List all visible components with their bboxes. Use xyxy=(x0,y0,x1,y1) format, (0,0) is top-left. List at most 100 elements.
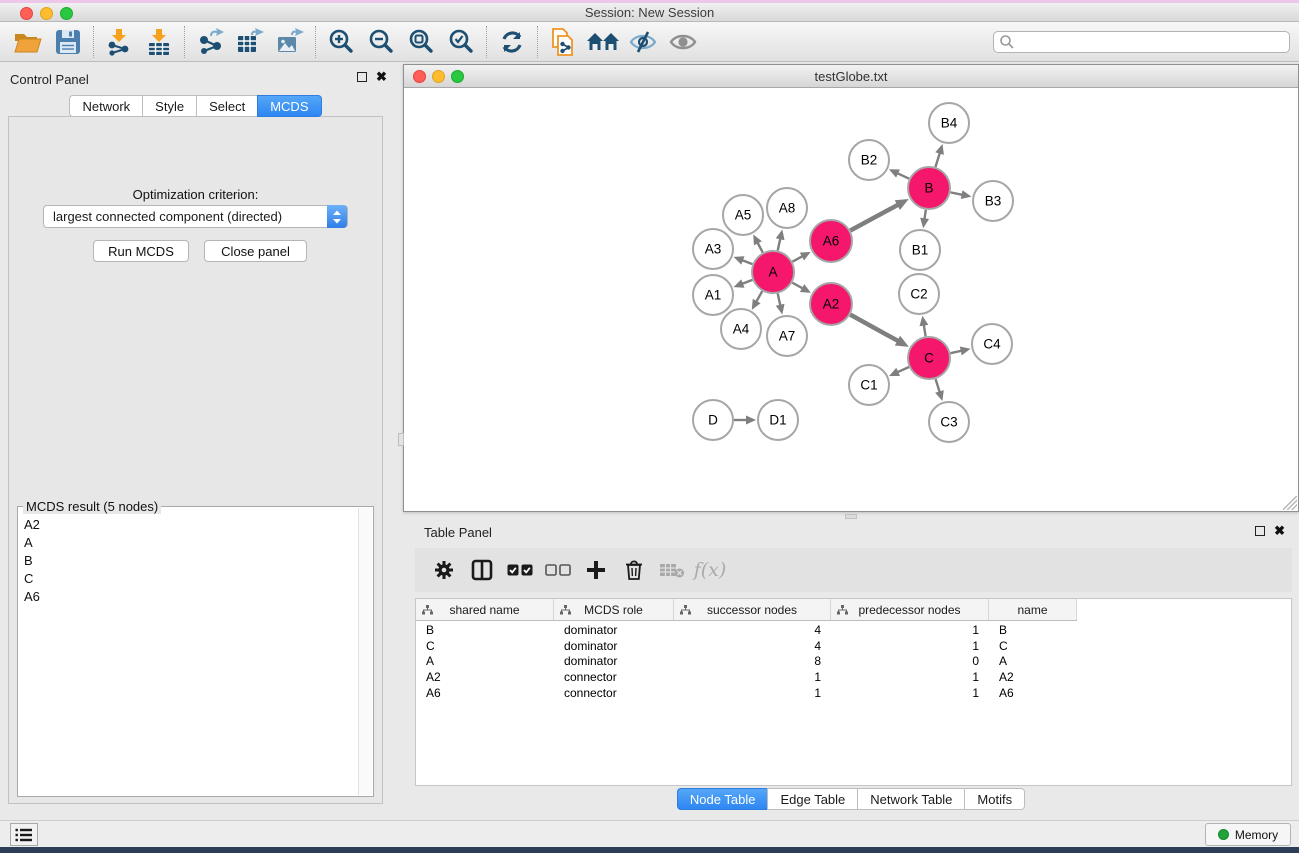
result-item[interactable]: A6 xyxy=(20,587,357,605)
zoom-out-button[interactable] xyxy=(361,24,401,60)
column-header-MCDS-role[interactable]: MCDS role xyxy=(554,599,674,620)
table-cell[interactable]: A2 xyxy=(989,669,1077,685)
network-window-titlebar[interactable]: testGlobe.txt xyxy=(404,65,1298,88)
table-cell[interactable]: 1 xyxy=(831,638,989,654)
export-image-button[interactable] xyxy=(270,24,310,60)
table-cell[interactable]: C xyxy=(989,638,1077,654)
edge-A-A4[interactable] xyxy=(756,291,763,303)
table-cell[interactable]: 8 xyxy=(674,653,831,669)
result-item[interactable]: A2 xyxy=(20,515,357,533)
splitter-handle[interactable] xyxy=(845,514,857,519)
edge-C-C3[interactable] xyxy=(936,379,940,393)
table-cell[interactable]: dominator xyxy=(554,622,674,638)
home-layout-button[interactable] xyxy=(583,24,623,60)
float-panel-icon[interactable] xyxy=(357,72,367,82)
tab-network-table[interactable]: Network Table xyxy=(857,788,964,810)
network-canvas[interactable]: B4B2BB3A5A8A6A3B1AA1C2A2A4A7CC4C1C3DD1 xyxy=(405,89,1297,510)
float-panel-icon[interactable] xyxy=(1255,526,1265,536)
table-row[interactable]: Adominator80A xyxy=(416,653,1077,669)
table-cell[interactable]: 1 xyxy=(831,685,989,701)
close-panel-icon[interactable]: ✖ xyxy=(1274,526,1285,536)
zoom-in-icon xyxy=(327,28,355,56)
column-header-name[interactable]: name xyxy=(989,599,1077,620)
edge-A2-C[interactable] xyxy=(850,315,899,342)
table-cell[interactable]: dominator xyxy=(554,653,674,669)
export-table-button[interactable] xyxy=(230,24,270,60)
show-columns-button[interactable] xyxy=(463,552,501,588)
table-row[interactable]: A6connector11A6 xyxy=(416,685,1077,701)
table-cell[interactable]: dominator xyxy=(554,638,674,654)
table-cell[interactable]: 0 xyxy=(831,653,989,669)
table-cell[interactable]: 1 xyxy=(674,685,831,701)
table-cell[interactable]: 1 xyxy=(831,669,989,685)
import-table-button[interactable] xyxy=(139,24,179,60)
delete-column-button[interactable] xyxy=(615,552,653,588)
close-panel-button[interactable]: Close panel xyxy=(204,240,307,262)
table-row[interactable]: Bdominator41B xyxy=(416,622,1077,638)
tab-style[interactable]: Style xyxy=(142,95,196,117)
export-network-button[interactable] xyxy=(190,24,230,60)
table-cell[interactable]: 4 xyxy=(674,638,831,654)
splitter-handle[interactable] xyxy=(398,433,404,446)
result-item[interactable]: A xyxy=(20,533,357,551)
close-panel-icon[interactable]: ✖ xyxy=(376,72,387,82)
import-network-button[interactable] xyxy=(99,24,139,60)
edge-B-B4[interactable] xyxy=(935,152,940,167)
select-all-rows-button[interactable] xyxy=(501,552,539,588)
tab-network[interactable]: Network xyxy=(69,95,142,117)
tab-select[interactable]: Select xyxy=(196,95,257,117)
resize-grip-icon[interactable] xyxy=(1283,496,1297,510)
table-cell[interactable]: A2 xyxy=(416,669,554,685)
open-session-button[interactable] xyxy=(8,24,48,60)
save-session-button[interactable] xyxy=(48,24,88,60)
table-cell[interactable]: A6 xyxy=(989,685,1077,701)
show-graphics-button[interactable] xyxy=(663,24,703,60)
table-cell[interactable]: 4 xyxy=(674,622,831,638)
zoom-in-button[interactable] xyxy=(321,24,361,60)
column-header-predecessor-nodes[interactable]: predecessor nodes xyxy=(831,599,989,620)
column-header-successor-nodes[interactable]: successor nodes xyxy=(674,599,831,620)
memory-button[interactable]: Memory xyxy=(1205,823,1291,846)
hide-graphics-button[interactable] xyxy=(623,24,663,60)
result-item[interactable]: B xyxy=(20,551,357,569)
edge-arrow-icon xyxy=(960,347,971,356)
tab-mcds[interactable]: MCDS xyxy=(257,95,321,117)
optimization-criterion-dropdown[interactable]: largest connected component (directed) xyxy=(43,205,348,228)
table-cell[interactable]: connector xyxy=(554,669,674,685)
tab-node-table[interactable]: Node Table xyxy=(677,788,768,810)
create-column-button[interactable] xyxy=(577,552,615,588)
zoom-fit-button[interactable] xyxy=(401,24,441,60)
zoom-selected-button[interactable] xyxy=(441,24,481,60)
table-cell[interactable]: 1 xyxy=(831,622,989,638)
task-history-button[interactable] xyxy=(10,823,38,846)
mcds-result-list[interactable]: A2ABCA6 xyxy=(20,515,357,794)
table-cell[interactable]: A6 xyxy=(416,685,554,701)
toolbar-separator xyxy=(93,26,94,58)
result-item[interactable]: C xyxy=(20,569,357,587)
deselect-all-rows-button[interactable] xyxy=(539,552,577,588)
table-cell[interactable]: C xyxy=(416,638,554,654)
table-cell[interactable]: 1 xyxy=(674,669,831,685)
tab-edge-table[interactable]: Edge Table xyxy=(767,788,857,810)
table-cell[interactable]: B xyxy=(989,622,1077,638)
edge-C-C1[interactable] xyxy=(896,367,909,373)
table-row[interactable]: Cdominator41C xyxy=(416,638,1077,654)
edge-A-A8[interactable] xyxy=(778,237,781,250)
clone-network-button[interactable] xyxy=(543,24,583,60)
refresh-button[interactable] xyxy=(492,24,532,60)
table-cell[interactable]: A xyxy=(989,653,1077,669)
column-header-shared-name[interactable]: shared name xyxy=(416,599,554,620)
run-mcds-button[interactable]: Run MCDS xyxy=(93,240,189,262)
table-settings-button[interactable] xyxy=(425,552,463,588)
edge-A-A7[interactable] xyxy=(778,293,781,306)
table-row[interactable]: A2connector11A2 xyxy=(416,669,1077,685)
edge-A6-B[interactable] xyxy=(850,204,899,230)
edge-B-B2[interactable] xyxy=(896,173,909,179)
search-input[interactable] xyxy=(993,31,1290,53)
table-cell[interactable]: connector xyxy=(554,685,674,701)
table-cell[interactable]: A xyxy=(416,653,554,669)
tab-motifs[interactable]: Motifs xyxy=(964,788,1025,810)
network-graph[interactable]: B4B2BB3A5A8A6A3B1AA1C2A2A4A7CC4C1C3DD1 xyxy=(405,89,1299,512)
table-cell[interactable]: B xyxy=(416,622,554,638)
result-scrollbar[interactable] xyxy=(358,508,372,795)
